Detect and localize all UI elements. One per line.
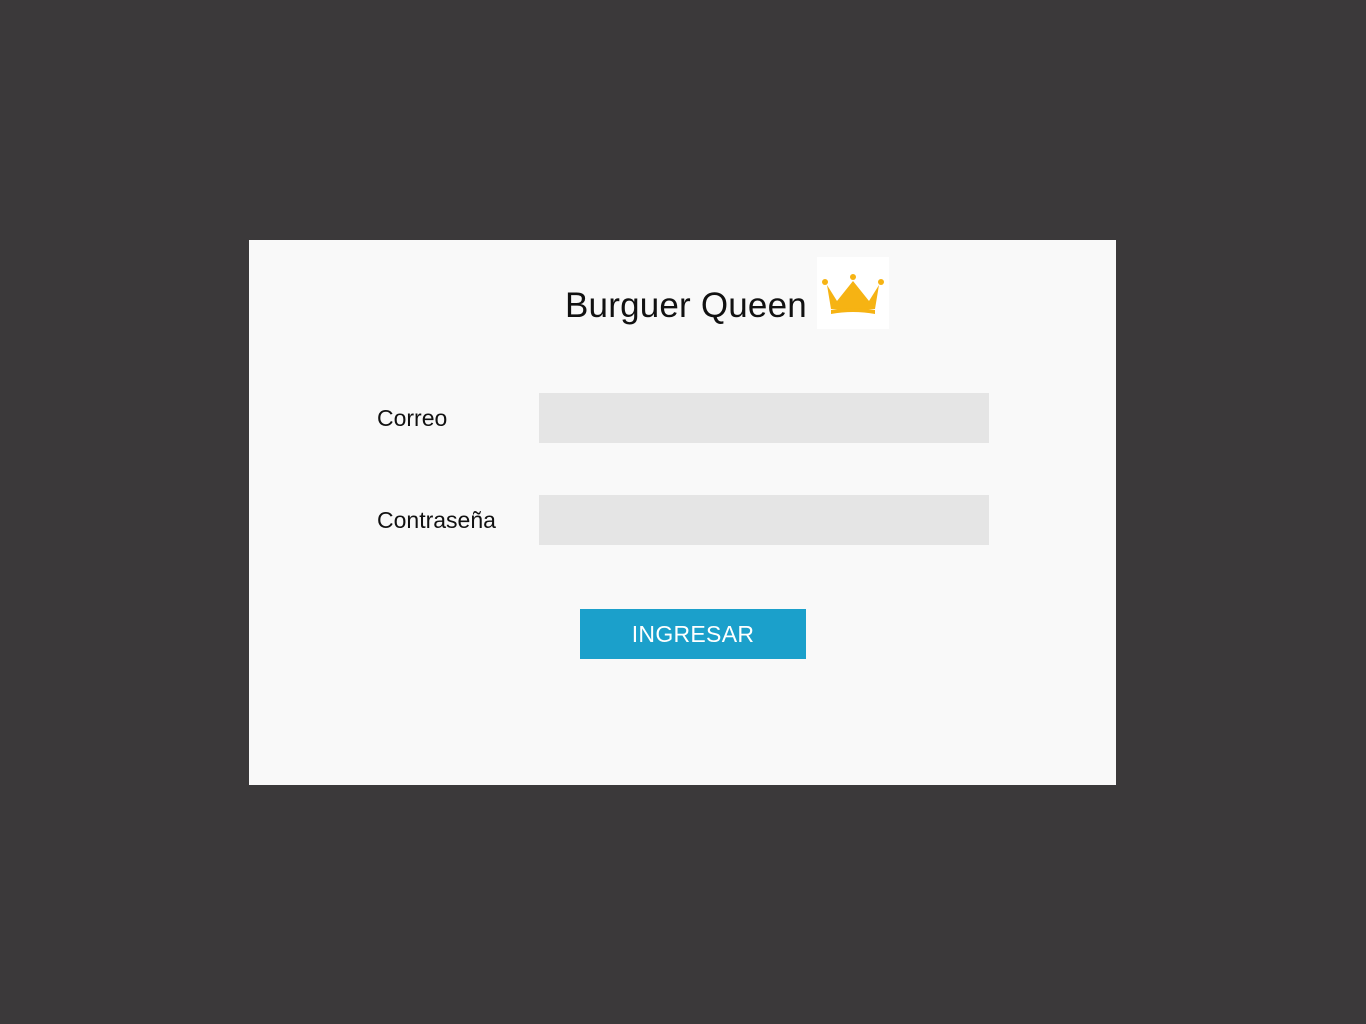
login-button[interactable]: INGRESAR	[580, 609, 806, 659]
brand-header: Burguer Queen	[565, 257, 807, 329]
login-card: Burguer Queen Correo Contraseña INGRESAR	[249, 240, 1116, 785]
password-field[interactable]	[539, 495, 989, 545]
email-field[interactable]	[539, 393, 989, 443]
logo	[817, 257, 889, 329]
password-label: Contraseña	[377, 507, 496, 533]
email-label: Correo	[377, 405, 448, 431]
app-title: Burguer Queen	[565, 286, 807, 325]
crown-icon	[822, 274, 884, 314]
